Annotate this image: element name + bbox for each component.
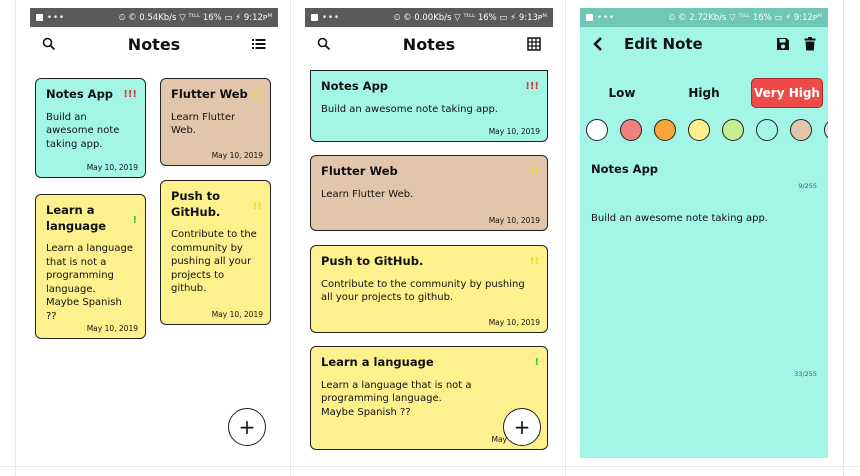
grid-view-icon[interactable] — [527, 37, 541, 51]
note-body: Learn Flutter Web. — [321, 188, 414, 200]
notification-icon — [586, 14, 593, 21]
note-body: Learn Flutter Web. — [171, 111, 236, 137]
color-swatch[interactable] — [790, 119, 812, 141]
note-card[interactable]: Learn a language ! Learn a language that… — [35, 194, 146, 339]
app-bar: Edit Note — [580, 27, 828, 61]
note-title: Push to GitHub. — [171, 189, 221, 219]
priority-very-high-button[interactable]: Very High — [751, 78, 823, 108]
note-body-field[interactable]: Build an awesome note taking app. — [591, 213, 768, 224]
delete-icon[interactable] — [804, 37, 816, 51]
plus-icon: + — [238, 415, 256, 439]
color-swatch[interactable] — [688, 119, 710, 141]
notes-grid-screen: ••• ⏲ © 0.54Kb/s ▽ ᵀᵗᴸᴸ 16% ▭ ⚡ 9:12ᴘᴹ N… — [30, 8, 278, 458]
note-card[interactable]: Notes App !!! Build an awesome note taki… — [310, 70, 548, 142]
note-body: Build an awesome note taking app. — [321, 103, 498, 115]
search-icon[interactable] — [42, 37, 56, 51]
note-card[interactable]: Flutter Web !! Learn Flutter Web. May 10… — [160, 78, 271, 166]
color-swatch[interactable] — [620, 119, 642, 141]
column-divider — [843, 0, 844, 476]
note-date: May 10, 2019 — [86, 163, 138, 172]
note-title: Push to GitHub. — [321, 254, 424, 268]
priority-indicator: !!! — [525, 81, 539, 92]
note-title: Notes App — [46, 87, 114, 101]
color-swatch[interactable] — [756, 119, 778, 141]
status-bar: ••• ⏲ © 0.54Kb/s ▽ ᵀᵗᴸᴸ 16% ▭ ⚡ 9:12ᴘᴹ — [30, 8, 278, 27]
note-date: May 10, 2019 — [211, 310, 263, 319]
priority-indicator: ! — [132, 215, 137, 226]
column-divider — [290, 0, 291, 476]
body-char-count: 33/255 — [794, 370, 817, 378]
color-swatch[interactable] — [654, 119, 676, 141]
note-card[interactable]: Push to GitHub. !! Contribute to the com… — [160, 180, 271, 325]
status-dots: ••• — [47, 12, 66, 23]
row-divider — [0, 466, 860, 467]
note-date: May 10, 2019 — [488, 318, 540, 327]
priority-selector: Low High Very High — [580, 78, 828, 108]
back-icon[interactable] — [592, 37, 604, 51]
note-date: May 10, 2019 — [488, 216, 540, 225]
note-card[interactable]: Notes App !!! Build an awesome note taki… — [35, 78, 146, 178]
note-title-field[interactable]: Notes App — [591, 162, 658, 176]
status-text: ⏲ © 2.72Kb/s ▽ ᵀᵗᴸᴸ 16% ▭ ⚡ 9:12ᴘᴹ — [668, 12, 822, 23]
note-title: Flutter Web — [321, 164, 398, 178]
page-title: Notes — [127, 34, 181, 54]
priority-indicator: ! — [534, 357, 539, 368]
title-char-count: 9/255 — [798, 182, 817, 190]
priority-high-button[interactable]: High — [676, 78, 732, 108]
priority-indicator: !! — [252, 89, 262, 100]
color-swatch[interactable] — [824, 119, 828, 141]
status-text: ⏲ © 0.00Kb/s ▽ ᵀᵗᴸᴸ 16% ▭ ⚡ 9:13ᴘᴹ — [393, 12, 547, 23]
priority-indicator: !! — [529, 166, 539, 177]
edit-note-screen: ••• ⏲ © 2.72Kb/s ▽ ᵀᵗᴸᴸ 16% ▭ ⚡ 9:12ᴘᴹ E… — [580, 8, 828, 458]
status-text: ⏲ © 0.54Kb/s ▽ ᵀᵗᴸᴸ 16% ▭ ⚡ 9:12ᴘᴹ — [118, 12, 272, 23]
note-date: May 10, 2019 — [211, 151, 263, 160]
note-title: Notes App — [321, 79, 389, 93]
list-view-icon[interactable] — [252, 38, 266, 50]
column-divider — [15, 0, 16, 476]
app-bar: Notes — [305, 27, 553, 61]
color-swatch[interactable] — [722, 119, 744, 141]
status-dots: ••• — [597, 12, 616, 23]
note-body: Contribute to the community by pushing a… — [171, 229, 257, 295]
status-dots: ••• — [322, 12, 341, 23]
status-bar: ••• ⏲ © 0.00Kb/s ▽ ᵀᵗᴸᴸ 16% ▭ ⚡ 9:13ᴘᴹ — [305, 8, 553, 27]
color-swatch[interactable] — [586, 119, 608, 141]
priority-indicator: !!! — [123, 89, 137, 100]
note-body: Learn a language that is not a programmi… — [321, 379, 472, 418]
note-card[interactable]: Flutter Web !! Learn Flutter Web. May 10… — [310, 155, 548, 231]
priority-indicator: !! — [529, 256, 539, 267]
page-title: Edit Note — [624, 35, 703, 53]
note-title: Learn a language — [321, 355, 434, 369]
status-bar: ••• ⏲ © 2.72Kb/s ▽ ᵀᵗᴸᴸ 16% ▭ ⚡ 9:12ᴘᴹ — [580, 8, 828, 27]
plus-icon: + — [513, 415, 531, 439]
column-divider — [565, 0, 566, 476]
note-date: May 10, 2019 — [86, 324, 138, 333]
note-title: Flutter Web — [171, 87, 248, 101]
screenshot-collage: ••• ⏲ © 0.54Kb/s ▽ ᵀᵗᴸᴸ 16% ▭ ⚡ 9:12ᴘᴹ N… — [0, 0, 860, 476]
page-title: Notes — [402, 34, 456, 54]
save-icon[interactable] — [776, 37, 790, 51]
note-title: Learn a language — [46, 203, 107, 233]
priority-indicator: !! — [252, 201, 262, 212]
note-date: May 10, 2019 — [488, 127, 540, 136]
note-body: Build an awesome note taking app. — [46, 111, 120, 150]
notification-icon — [36, 14, 43, 21]
priority-low-button[interactable]: Low — [594, 78, 650, 108]
notification-icon — [311, 14, 318, 21]
add-note-button[interactable]: + — [503, 408, 541, 446]
notes-list-screen: ••• ⏲ © 0.00Kb/s ▽ ᵀᵗᴸᴸ 16% ▭ ⚡ 9:13ᴘᴹ N… — [305, 8, 553, 458]
add-note-button[interactable]: + — [228, 408, 266, 446]
note-card[interactable]: Push to GitHub. !! Contribute to the com… — [310, 245, 548, 333]
search-icon[interactable] — [317, 37, 331, 51]
note-body: Learn a language that is not a programmi… — [46, 243, 133, 322]
app-bar: Notes — [30, 27, 278, 61]
note-body: Contribute to the community by pushing a… — [321, 278, 525, 304]
